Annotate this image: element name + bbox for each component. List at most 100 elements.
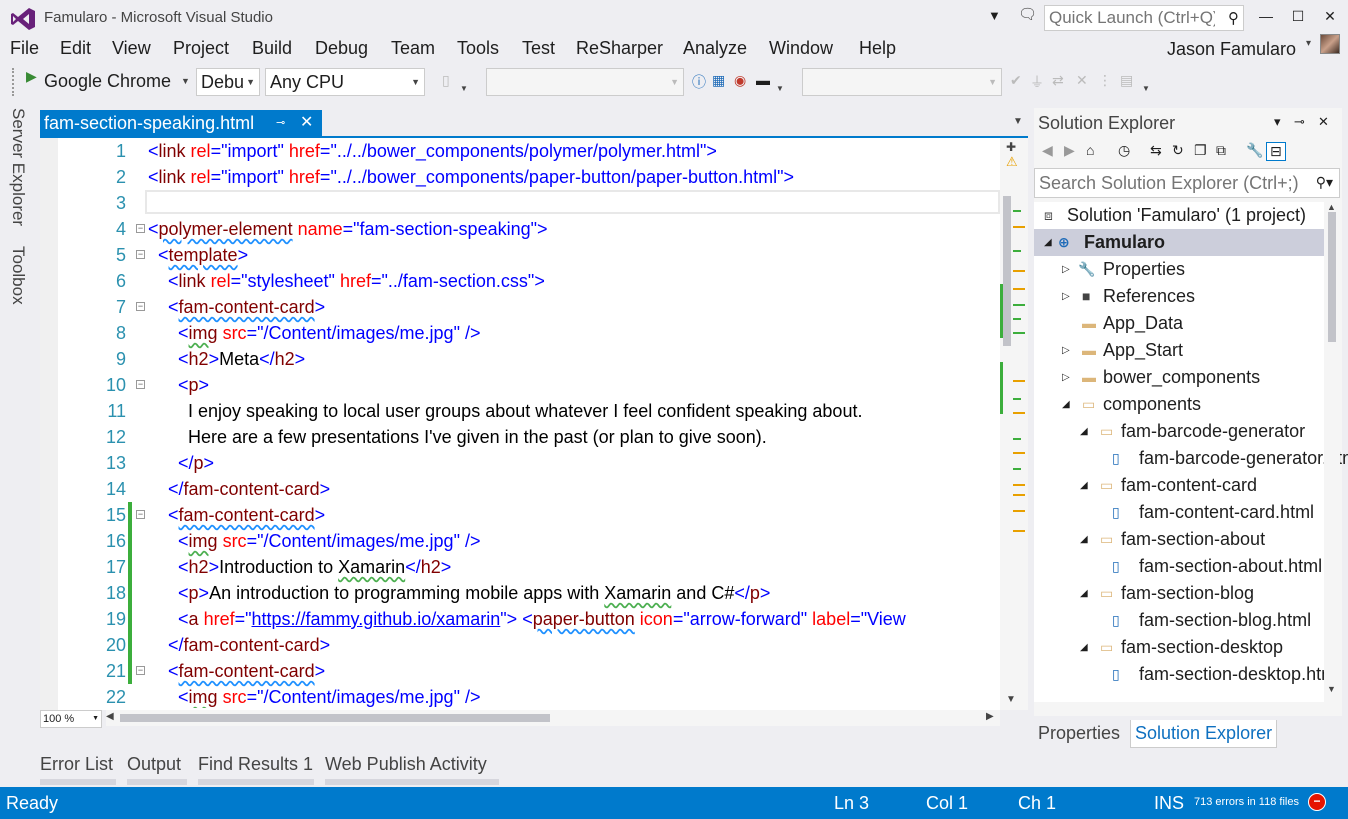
code-line[interactable]: 21 − <fam-content-card> [58, 658, 998, 684]
code-line[interactable]: 16 <img src="/Content/images/me.jpg" /> [58, 528, 998, 554]
history-icon[interactable]: ◷ [1118, 142, 1130, 159]
chevron-down-icon[interactable]: ▼ [460, 84, 468, 93]
expanded-icon[interactable]: ◢ [1080, 418, 1088, 445]
chevron-down-icon[interactable]: ▾ [1306, 38, 1311, 49]
tree-item-folder[interactable]: ◢ ▭ components [1034, 391, 1324, 418]
code-line[interactable]: 10 − <p> [58, 372, 998, 398]
menu-build[interactable]: Build [252, 38, 292, 59]
quick-launch-box[interactable]: ⚲ [1044, 5, 1244, 31]
quick-launch-input[interactable] [1045, 6, 1215, 30]
console-icon[interactable]: ▬ [756, 72, 770, 88]
tree-icon[interactable]: ⋮ [1098, 72, 1112, 89]
table-icon[interactable]: ▤ [1120, 72, 1133, 89]
solution-tree-scroll-thumb[interactable] [1328, 212, 1336, 342]
expanded-icon[interactable]: ◢ [1080, 472, 1088, 499]
chevron-down-icon[interactable]: ▾ [1274, 114, 1281, 130]
check-icon[interactable]: ✔ [1010, 72, 1022, 89]
scroll-right-icon[interactable]: ▶ [986, 711, 994, 722]
menu-file[interactable]: File [10, 38, 39, 59]
scroll-thumb[interactable] [1003, 196, 1011, 346]
tree-item-project[interactable]: ◢ ⊕ Famularo [1034, 229, 1324, 256]
collapsed-icon[interactable]: ▷ [1062, 337, 1070, 364]
menu-team[interactable]: Team [391, 38, 435, 59]
menu-tools[interactable]: Tools [457, 38, 499, 59]
code-line[interactable]: 12 Here are a few presentations I've giv… [58, 424, 998, 450]
menu-help[interactable]: Help [859, 38, 896, 59]
tree-item-file[interactable]: ▯ fam-section-blog.html [1034, 607, 1324, 634]
collapsed-icon[interactable]: ▷ [1062, 364, 1070, 391]
menu-window[interactable]: Window [769, 38, 833, 59]
expanded-icon[interactable]: ◢ [1080, 580, 1088, 607]
collapse-icon[interactable]: − [136, 250, 145, 259]
home-icon[interactable]: ⌂ [1086, 142, 1094, 158]
scroll-down-icon[interactable]: ▼ [1327, 684, 1336, 694]
tree-item-folder[interactable]: ◢ ▭ fam-section-about [1034, 526, 1324, 553]
tree-item-folder[interactable]: ◢ ▭ fam-section-blog [1034, 580, 1324, 607]
search-icon[interactable]: ⚲ [1228, 9, 1239, 27]
tree-item-solution[interactable]: ⧈ Solution 'Famularo' (1 project) [1034, 202, 1324, 229]
expanded-icon[interactable]: ◢ [1080, 634, 1088, 661]
chevron-down-icon[interactable]: ▼ [181, 76, 190, 86]
error-summary[interactable]: 713 errors in 118 files [1194, 796, 1299, 808]
avatar[interactable] [1320, 34, 1340, 54]
code-line[interactable]: 19 <a href="https://fammy.github.io/xama… [58, 606, 998, 632]
preview-icon[interactable]: ⊟ [1266, 142, 1286, 161]
chevron-down-icon[interactable]: ▼ [1142, 84, 1150, 93]
code-line[interactable]: 2 <link rel="import" href="../../bower_c… [58, 164, 998, 190]
info-icon[interactable]: ⓘ [692, 72, 706, 92]
menu-project[interactable]: Project [173, 38, 229, 59]
tab-solution-explorer[interactable]: Solution Explorer [1130, 720, 1278, 748]
code-line[interactable]: 20 </fam-content-card> [58, 632, 998, 658]
collapse-icon[interactable]: − [136, 224, 145, 233]
code-line[interactable]: 17 <h2>Introduction to Xamarin</h2> [58, 554, 998, 580]
collapse-all-icon[interactable]: ❐ [1194, 142, 1207, 159]
collapse-icon[interactable]: − [136, 666, 145, 675]
code-line[interactable]: 11 I enjoy speaking to local user groups… [58, 398, 998, 424]
tree-item-properties[interactable]: ▷ 🔧 Properties [1034, 256, 1324, 283]
menu-resharper[interactable]: ReSharper [576, 38, 663, 59]
expanded-icon[interactable]: ◢ [1044, 229, 1052, 256]
code-line[interactable]: 15 − <fam-content-card> [58, 502, 998, 528]
solution-explorer-search[interactable]: ⚲▾ [1034, 168, 1340, 198]
minimize-icon[interactable]: — [1252, 4, 1280, 28]
swap-icon[interactable]: ⇄ [1052, 72, 1064, 89]
code-line[interactable]: 3 [58, 190, 998, 216]
tab-output[interactable]: Output [127, 754, 181, 775]
code-line[interactable]: 22 <img src="/Content/images/me.jpg" /> [58, 684, 998, 708]
tree-item-folder[interactable]: ▬ App_Data [1034, 310, 1324, 337]
code-line[interactable]: 13 </p> [58, 450, 998, 476]
plug-icon[interactable]: ⏚ [1030, 72, 1044, 92]
disconnect-icon[interactable]: ✕ [1076, 72, 1088, 89]
expanded-icon[interactable]: ◢ [1062, 391, 1070, 418]
code-line[interactable]: 8 <img src="/Content/images/me.jpg" /> [58, 320, 998, 346]
tree-item-file[interactable]: ▯ fam-section-about.html [1034, 553, 1324, 580]
back-icon[interactable]: ◀ [1042, 142, 1053, 159]
start-debugging-icon[interactable]: ▶ [26, 68, 37, 85]
tree-item-folder[interactable]: ◢ ▭ fam-section-desktop [1034, 634, 1324, 661]
code-line[interactable]: 1 <link rel="import" href="../../bower_c… [58, 138, 998, 164]
tab-find-results[interactable]: Find Results 1 [198, 754, 313, 775]
tree-item-file[interactable]: ▯ fam-section-desktop.html [1034, 661, 1340, 688]
forward-icon[interactable]: ▶ [1064, 142, 1075, 159]
code-line[interactable]: 18 <p>An introduction to programming mob… [58, 580, 998, 606]
zoom-select[interactable]: 100 % ▼ [40, 710, 102, 728]
collapsed-icon[interactable]: ▷ [1062, 283, 1070, 310]
server-explorer-tab[interactable]: Server Explorer [8, 108, 28, 226]
split-icon[interactable]: ✚ [1006, 140, 1016, 154]
close-icon[interactable]: ✕ [300, 110, 313, 136]
show-all-files-icon[interactable]: ⧉ [1216, 142, 1226, 159]
menu-edit[interactable]: Edit [60, 38, 91, 59]
diagnostics-icon[interactable]: ▦ [712, 72, 725, 89]
menu-view[interactable]: View [112, 38, 151, 59]
code-line[interactable]: 4 − <polymer-element name="fam-section-s… [58, 216, 998, 242]
horizontal-scroll-thumb[interactable] [120, 714, 550, 722]
tree-item-folder[interactable]: ▷ ▬ App_Start [1034, 337, 1324, 364]
tree-item-file[interactable]: ▯ fam-content-card.html [1034, 499, 1324, 526]
expanded-icon[interactable]: ◢ [1080, 526, 1088, 553]
refresh-icon[interactable]: ↻ [1172, 142, 1184, 159]
collapse-icon[interactable]: − [136, 510, 145, 519]
code-line[interactable]: 5 − <template> [58, 242, 998, 268]
collapsed-icon[interactable]: ▷ [1062, 256, 1070, 283]
warning-icon[interactable]: ⚠ [1006, 154, 1018, 170]
user-name[interactable]: Jason Famularo [1167, 39, 1296, 60]
